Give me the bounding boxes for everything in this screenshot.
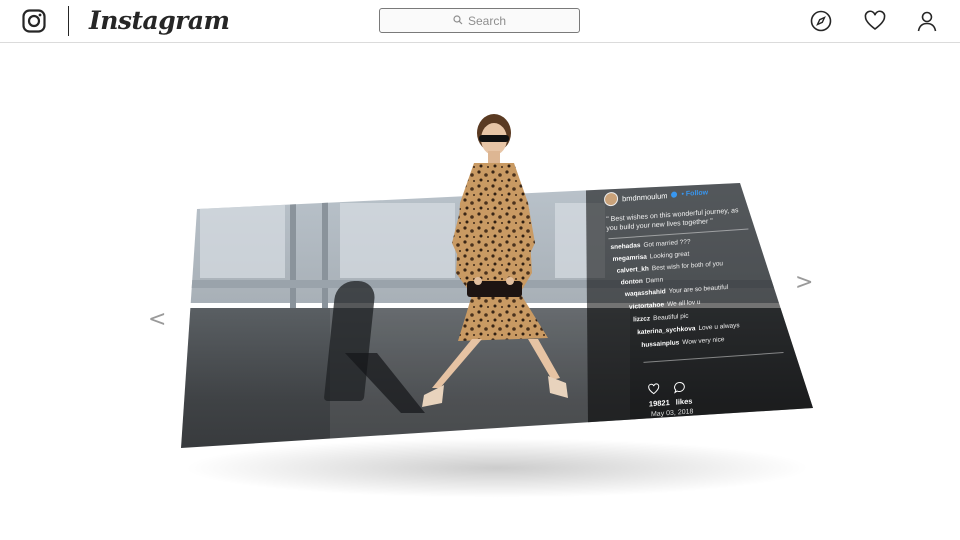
instagram-wordmark[interactable]: Instagram — [89, 5, 230, 37]
model-figure — [422, 114, 568, 407]
top-navigation-bar: Instagram Search — [0, 0, 960, 43]
post-stage: < > bmdnmoulum • Follow " Best wishes on… — [0, 43, 960, 540]
search-placeholder: Search — [467, 13, 507, 28]
search-input[interactable]: Search — [379, 8, 580, 33]
person-icon[interactable] — [916, 10, 938, 32]
instagram-glyph-icon[interactable] — [22, 9, 46, 33]
logo-divider — [68, 6, 69, 36]
heart-icon[interactable] — [864, 10, 886, 32]
compass-icon[interactable] — [810, 10, 832, 32]
search-icon — [453, 14, 463, 28]
